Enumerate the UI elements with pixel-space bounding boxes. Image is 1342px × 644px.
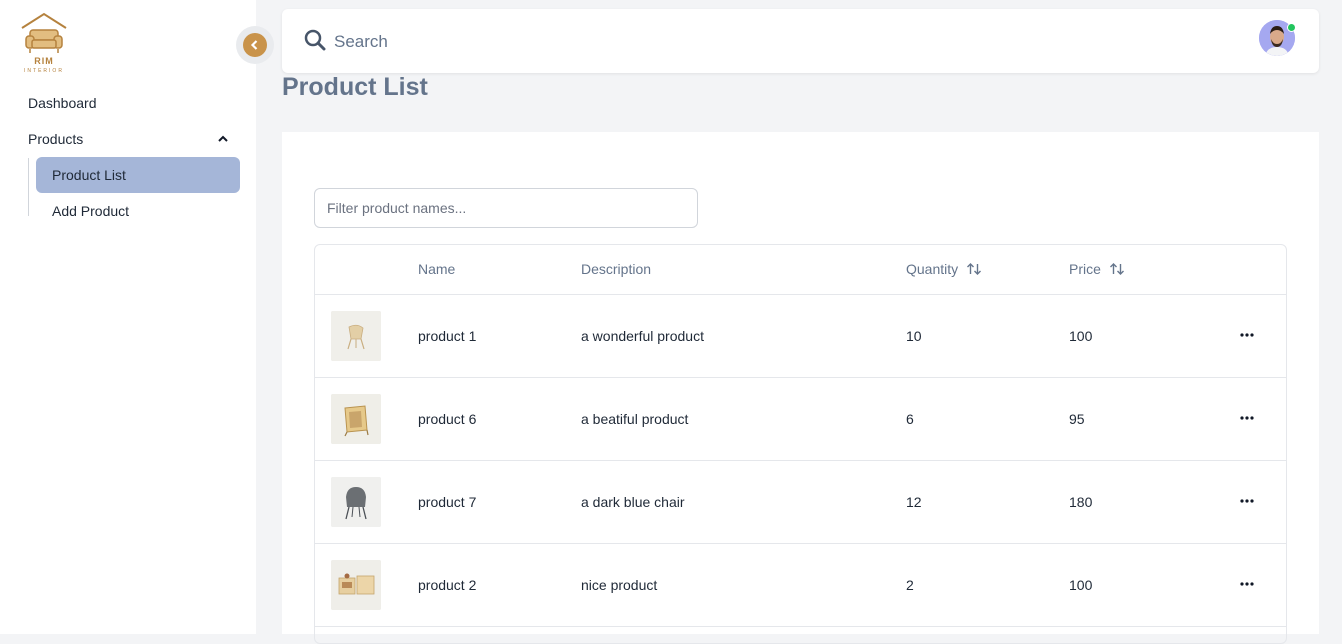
column-header-name: Name — [418, 261, 455, 277]
cell-description: a wonderful product — [581, 328, 704, 344]
cell-name: product 2 — [418, 577, 477, 593]
sidebar-item-label: Dashboard — [28, 95, 97, 111]
row-actions-button[interactable] — [1235, 325, 1259, 345]
sort-icon[interactable] — [966, 262, 982, 276]
product-thumbnail — [331, 311, 381, 361]
sidebar-item-add-product[interactable]: Add Product — [36, 193, 240, 229]
cell-quantity: 2 — [906, 577, 914, 593]
top-bar: Search — [282, 9, 1319, 73]
cell-name: product 1 — [418, 328, 477, 344]
cell-price: 100 — [1069, 577, 1093, 593]
product-thumbnail — [331, 477, 381, 527]
nightstand-image — [331, 560, 381, 610]
search-icon[interactable] — [304, 29, 326, 51]
row-actions-button[interactable] — [1235, 408, 1259, 428]
online-status-indicator — [1287, 23, 1296, 32]
logo-icon — [21, 12, 67, 53]
submenu-divider — [28, 158, 29, 216]
page-title: Product List — [282, 73, 428, 101]
more-horizontal-icon — [1240, 499, 1254, 503]
column-header-label: Name — [418, 261, 456, 277]
column-header-description: Description — [581, 261, 651, 277]
table-row[interactable]: product 2 nice product 2 100 — [315, 544, 1286, 627]
search-input[interactable]: Search — [334, 32, 388, 52]
table-header: Name Description Quantity Price — [315, 245, 1286, 295]
table-row[interactable]: product 1 a wonderful product 10 100 — [315, 295, 1286, 378]
sidebar-item-label: Add Product — [52, 203, 130, 219]
sidebar-item-label: Product List — [52, 167, 126, 183]
products-table: Name Description Quantity Price product … — [314, 244, 1287, 644]
product-thumbnail — [331, 560, 381, 610]
row-actions-button[interactable] — [1235, 574, 1259, 594]
chair-image — [331, 477, 381, 527]
chevron-up-icon[interactable] — [216, 132, 230, 146]
sidebar-item-product-list[interactable]: Product List — [36, 157, 240, 193]
row-actions-button[interactable] — [1235, 491, 1259, 511]
column-header-label: Price — [1069, 261, 1101, 277]
table-row[interactable]: product 7 a dark blue chair 12 180 — [315, 461, 1286, 544]
column-header-label: Quantity — [906, 261, 959, 277]
brand-logo[interactable]: RIM INTERIOR — [18, 12, 70, 76]
chevron-left-icon — [250, 40, 258, 50]
product-thumbnail — [331, 394, 381, 444]
sidebar: RIM INTERIOR Dashboard Products Product … — [0, 0, 256, 634]
cell-price: 180 — [1069, 494, 1093, 510]
chair-image — [331, 311, 381, 361]
cell-name: product 6 — [418, 411, 477, 427]
side-table-image — [331, 394, 381, 444]
cell-price: 100 — [1069, 328, 1093, 344]
sidebar-item-label: Products — [28, 131, 84, 147]
filter-product-names-input[interactable] — [314, 188, 698, 228]
cell-price: 95 — [1069, 411, 1085, 427]
sort-icon[interactable] — [1109, 262, 1125, 276]
table-row[interactable]: product 6 a beatiful product 6 95 — [315, 378, 1286, 461]
column-header-label: Description — [581, 261, 652, 277]
cell-description: nice product — [581, 577, 658, 593]
more-horizontal-icon — [1240, 416, 1254, 420]
cell-quantity: 12 — [906, 494, 922, 510]
column-header-quantity[interactable]: Quantity — [906, 261, 982, 277]
cell-name: product 7 — [418, 494, 477, 510]
cell-quantity: 10 — [906, 328, 922, 344]
more-horizontal-icon — [1240, 333, 1254, 337]
sidebar-item-products[interactable]: Products — [28, 131, 230, 147]
logo-text: RIM — [34, 56, 54, 66]
product-list-card: Name Description Quantity Price — [282, 132, 1319, 644]
sidebar-item-dashboard[interactable]: Dashboard — [28, 95, 97, 111]
cell-description: a beatiful product — [581, 411, 689, 427]
collapse-sidebar-button[interactable] — [236, 26, 274, 64]
logo-subtext: INTERIOR — [24, 68, 64, 74]
cell-quantity: 6 — [906, 411, 914, 427]
more-horizontal-icon — [1240, 582, 1254, 586]
column-header-price[interactable]: Price — [1069, 261, 1125, 277]
cell-description: a dark blue chair — [581, 494, 685, 510]
